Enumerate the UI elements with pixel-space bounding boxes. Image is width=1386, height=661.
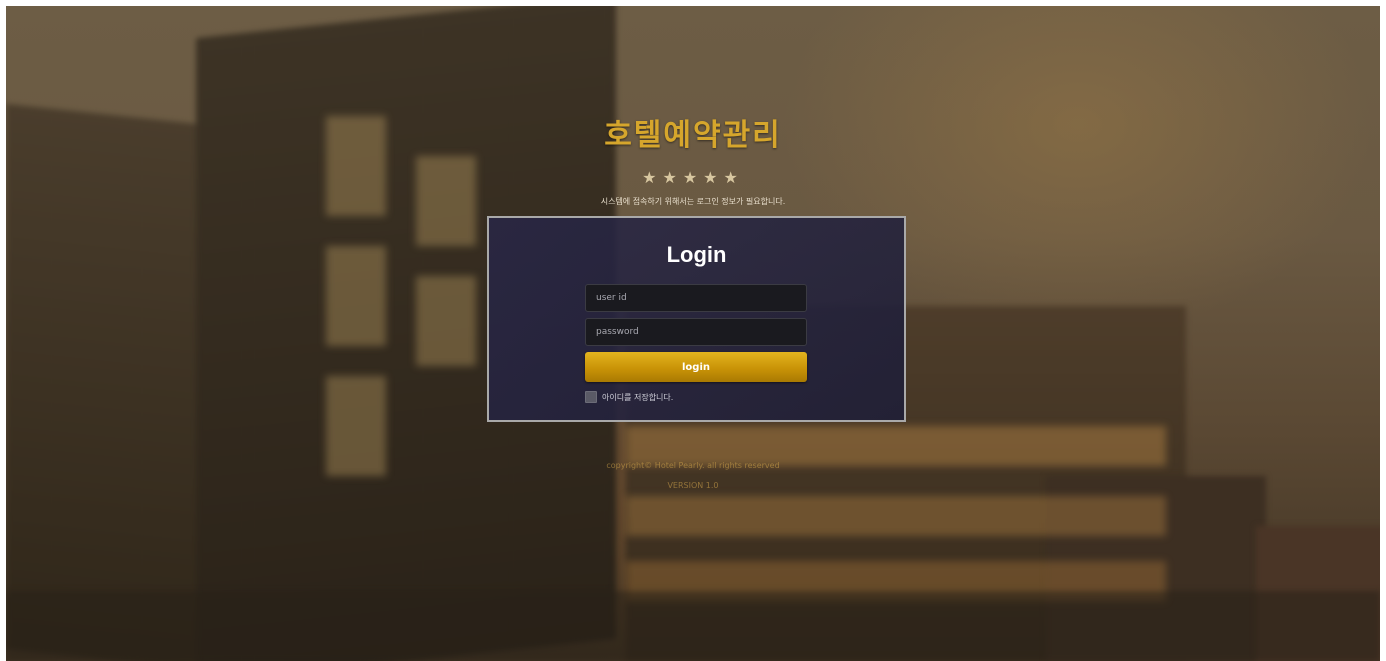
- remember-id-label: 아이디를 저장합니다.: [602, 392, 674, 402]
- login-heading: Login: [666, 242, 727, 267]
- version-text: VERSION 1.0: [667, 481, 719, 490]
- password-input[interactable]: [585, 318, 807, 346]
- login-page: 호텔예약관리 ★★★★★ 시스템에 접속하기 위해서는 로그인 정보가 필요합니…: [0, 0, 1386, 661]
- user-id-input[interactable]: [585, 284, 807, 312]
- login-panel: Login login 아이디를 저장합니다.: [487, 216, 906, 422]
- remember-id-checkbox[interactable]: [585, 391, 597, 403]
- copyright-text: copyright© Hotel Pearly. all rights rese…: [606, 461, 780, 470]
- login-button[interactable]: login: [585, 352, 807, 382]
- rating-stars-icon: ★★★★★: [642, 168, 744, 187]
- app-title: 호텔예약관리: [604, 118, 782, 153]
- remember-id-toggle[interactable]: 아이디를 저장합니다.: [585, 390, 673, 404]
- login-notice: 시스템에 접속하기 위해서는 로그인 정보가 필요합니다.: [600, 197, 786, 206]
